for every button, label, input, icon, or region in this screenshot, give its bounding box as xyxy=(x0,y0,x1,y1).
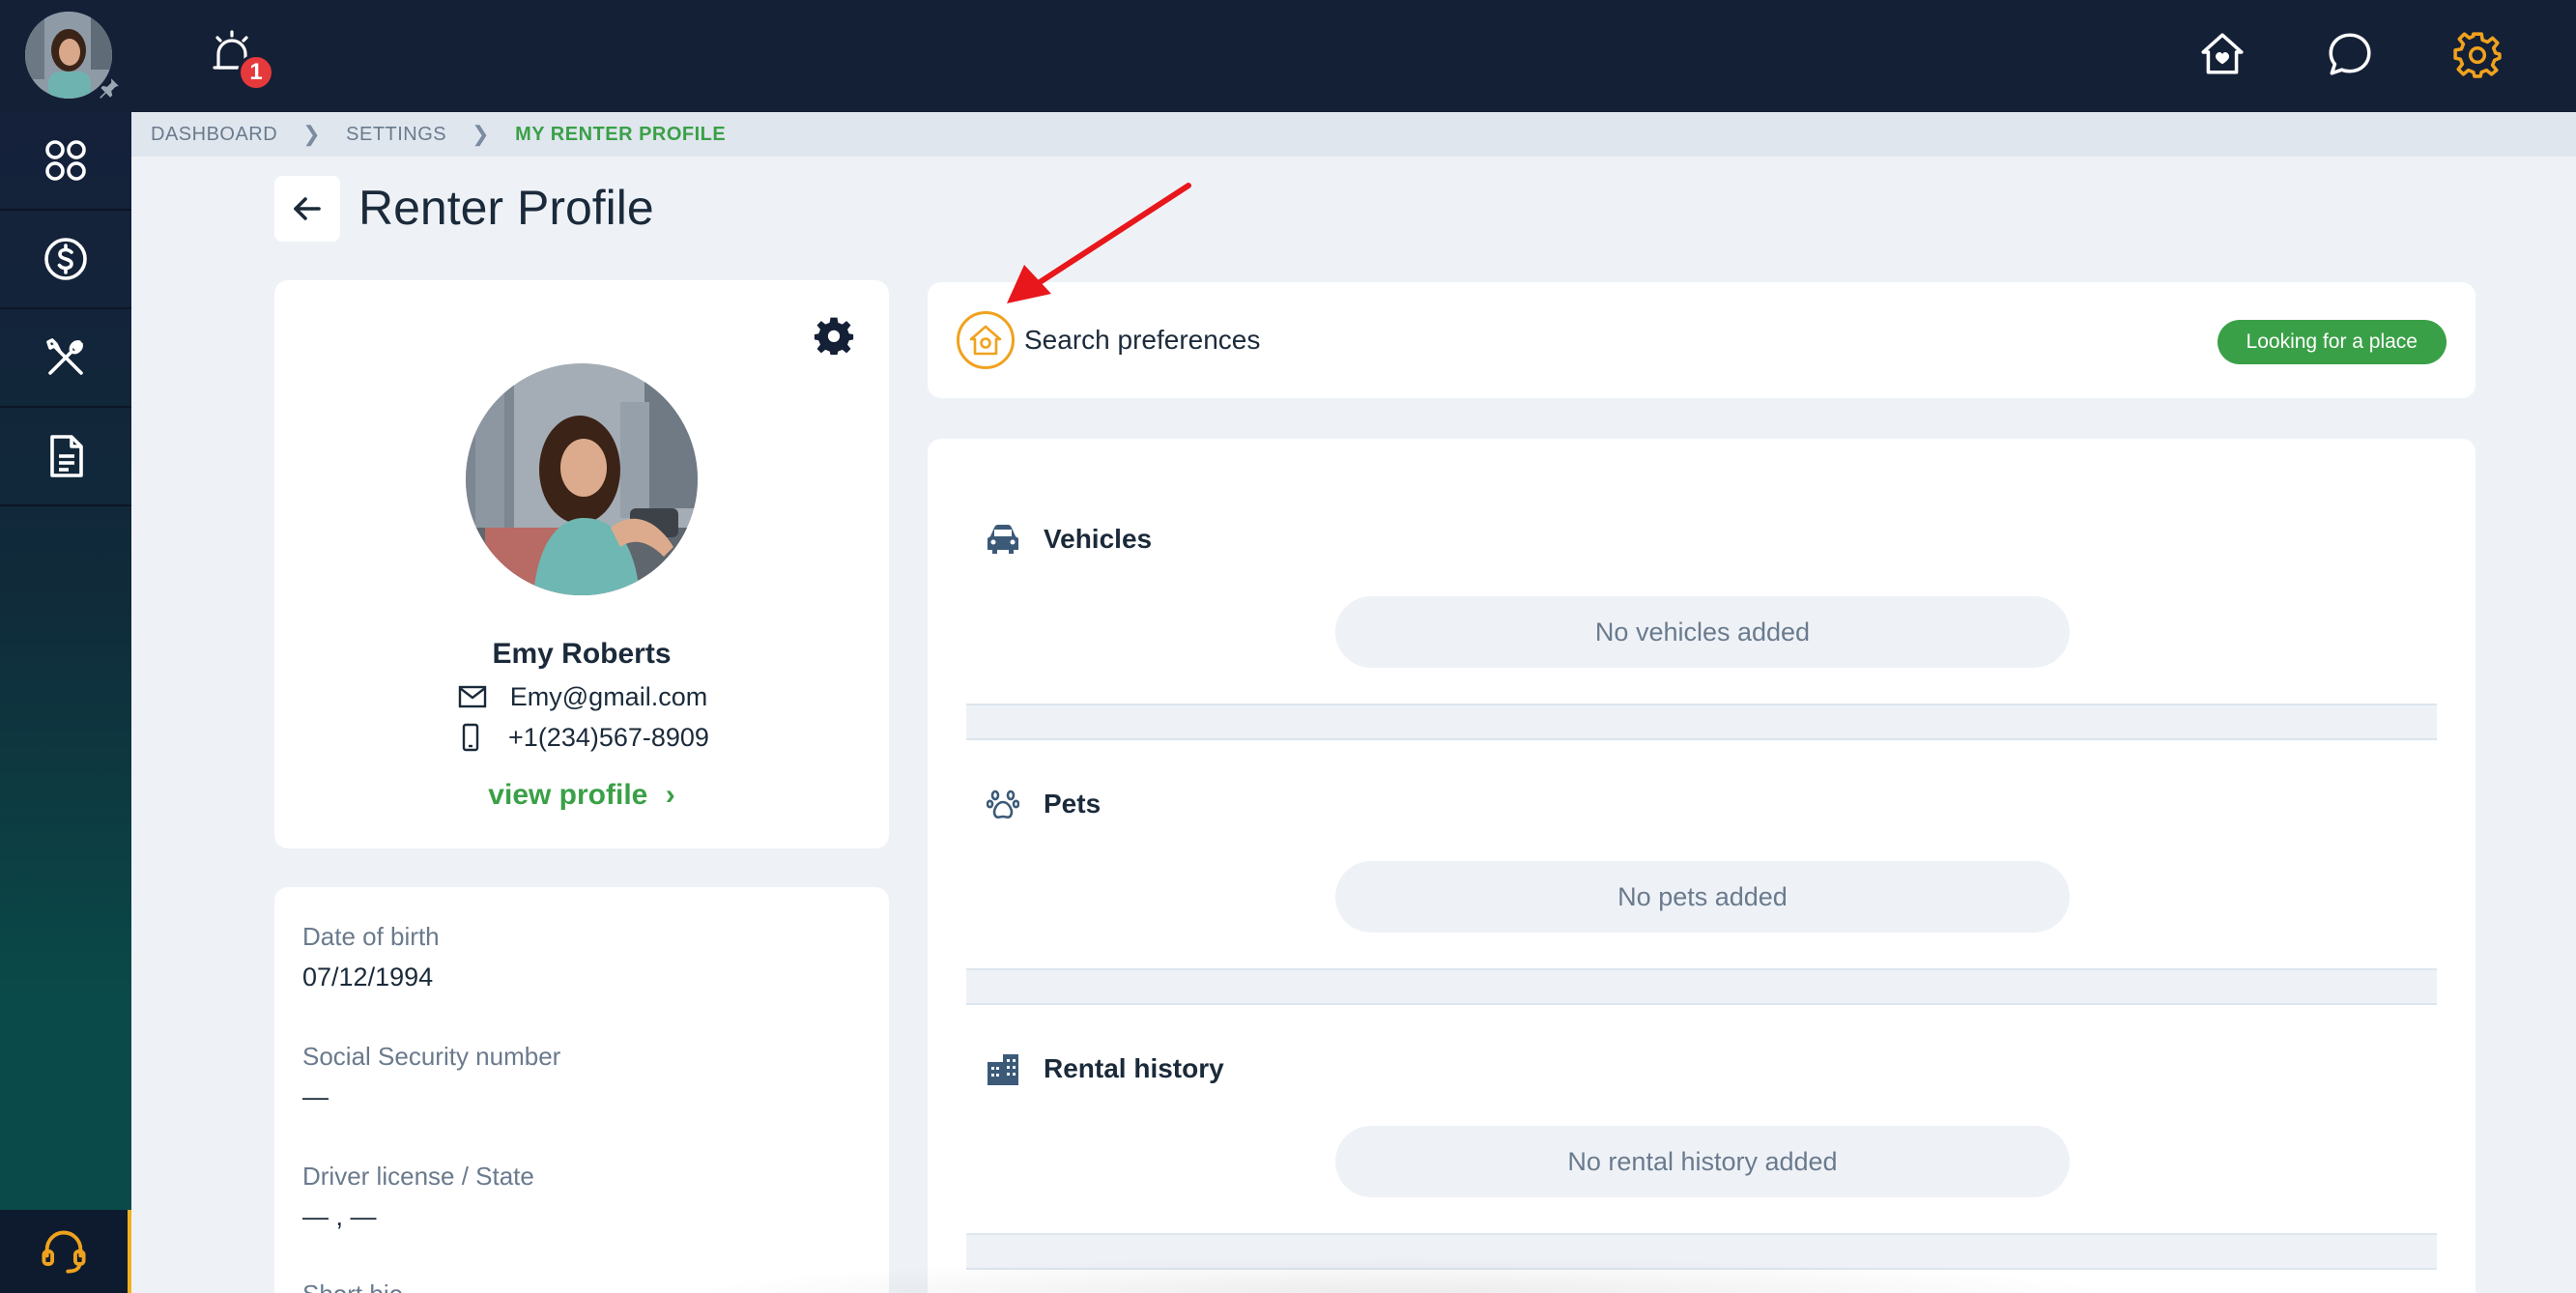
user-avatar[interactable] xyxy=(25,12,119,99)
pets-title: Pets xyxy=(1044,789,1102,819)
section-divider xyxy=(966,968,2437,1005)
chat-icon[interactable] xyxy=(2323,27,2377,81)
back-button[interactable] xyxy=(274,176,340,242)
vehicles-empty-state: No vehicles added xyxy=(1335,596,2070,668)
sidebar-item-documents[interactable] xyxy=(0,408,131,506)
breadcrumb: DASHBOARD ❯ SETTINGS ❯ MY RENTER PROFILE xyxy=(131,112,2576,157)
car-icon xyxy=(984,520,1022,559)
vehicles-title: Vehicles xyxy=(1044,524,1153,554)
view-profile-label: view profile xyxy=(488,779,648,811)
support-button[interactable] xyxy=(0,1210,131,1293)
pets-empty-state: No pets added xyxy=(1335,861,2070,933)
top-bar: 1 xyxy=(0,0,2576,112)
profile-settings-gear-icon[interactable] xyxy=(814,315,854,356)
dob-value: 07/12/1994 xyxy=(302,963,434,991)
home-heart-icon[interactable] xyxy=(2195,27,2249,81)
dashboard-grid-icon xyxy=(45,140,86,181)
sidebar-item-dashboard[interactable] xyxy=(0,112,131,211)
vehicles-header: Vehicles xyxy=(984,520,1152,559)
details-card: Date of birth 07/12/1994 Social Security… xyxy=(274,887,889,1293)
sidebar xyxy=(0,112,131,1293)
rental-history-empty-state: No rental history added xyxy=(1335,1126,2070,1197)
license-label: Driver license / State xyxy=(302,1162,534,1191)
ssn-label: Social Security number xyxy=(302,1042,561,1071)
rental-history-title: Rental history xyxy=(1044,1053,1224,1083)
profile-photo xyxy=(466,363,698,595)
tools-icon xyxy=(46,338,83,375)
pin-icon[interactable] xyxy=(97,75,122,101)
mail-icon xyxy=(456,680,489,713)
search-preferences-card[interactable]: Search preferences Looking for a place xyxy=(928,282,2476,398)
sidebar-item-payments[interactable] xyxy=(0,211,131,309)
profile-email[interactable]: Emy@gmail.com xyxy=(510,682,707,712)
bio-label: Short bio xyxy=(302,1279,403,1293)
chevron-right-icon: ❯ xyxy=(302,122,322,146)
search-preferences-title: Search preferences xyxy=(1024,325,1261,355)
profile-phone[interactable]: +1(234)567-8909 xyxy=(508,723,709,753)
gear-icon[interactable] xyxy=(2450,27,2504,81)
document-icon xyxy=(50,435,83,477)
view-profile-link[interactable]: view profile › xyxy=(274,779,889,812)
status-badge: Looking for a place xyxy=(2217,320,2447,364)
dob-label: Date of birth xyxy=(302,922,440,951)
paw-icon xyxy=(984,785,1022,823)
arrow-left-icon xyxy=(294,197,321,220)
license-value: — , — xyxy=(302,1202,377,1231)
breadcrumb-dashboard[interactable]: DASHBOARD xyxy=(151,124,277,146)
bottom-shadow xyxy=(676,1256,2126,1293)
ssn-value: — xyxy=(302,1082,329,1111)
phone-icon xyxy=(454,721,487,754)
profile-name: Emy Roberts xyxy=(492,638,672,670)
profile-card: Emy Roberts Emy@gmail.com +1(234)567-890… xyxy=(274,280,889,848)
phone-row: +1(234)567-8909 xyxy=(274,721,889,754)
section-divider xyxy=(966,704,2437,740)
email-row: Emy@gmail.com xyxy=(274,680,889,713)
notification-badge: 1 xyxy=(238,54,274,91)
dollar-icon xyxy=(44,238,87,280)
rental-history-header: Rental history xyxy=(984,1049,1224,1088)
breadcrumb-current: MY RENTER PROFILE xyxy=(515,123,727,145)
chevron-right-icon: ❯ xyxy=(472,122,491,146)
headset-icon xyxy=(42,1230,86,1274)
page-title: Renter Profile xyxy=(358,181,654,235)
building-icon xyxy=(984,1049,1022,1088)
breadcrumb-settings[interactable]: SETTINGS xyxy=(346,124,446,146)
home-search-icon xyxy=(957,311,1015,369)
sections-card: Vehicles No vehicles added Pets No pets … xyxy=(928,439,2476,1293)
chevron-right-icon: › xyxy=(665,779,675,811)
pets-header: Pets xyxy=(984,785,1101,823)
sidebar-item-maintenance[interactable] xyxy=(0,309,131,408)
